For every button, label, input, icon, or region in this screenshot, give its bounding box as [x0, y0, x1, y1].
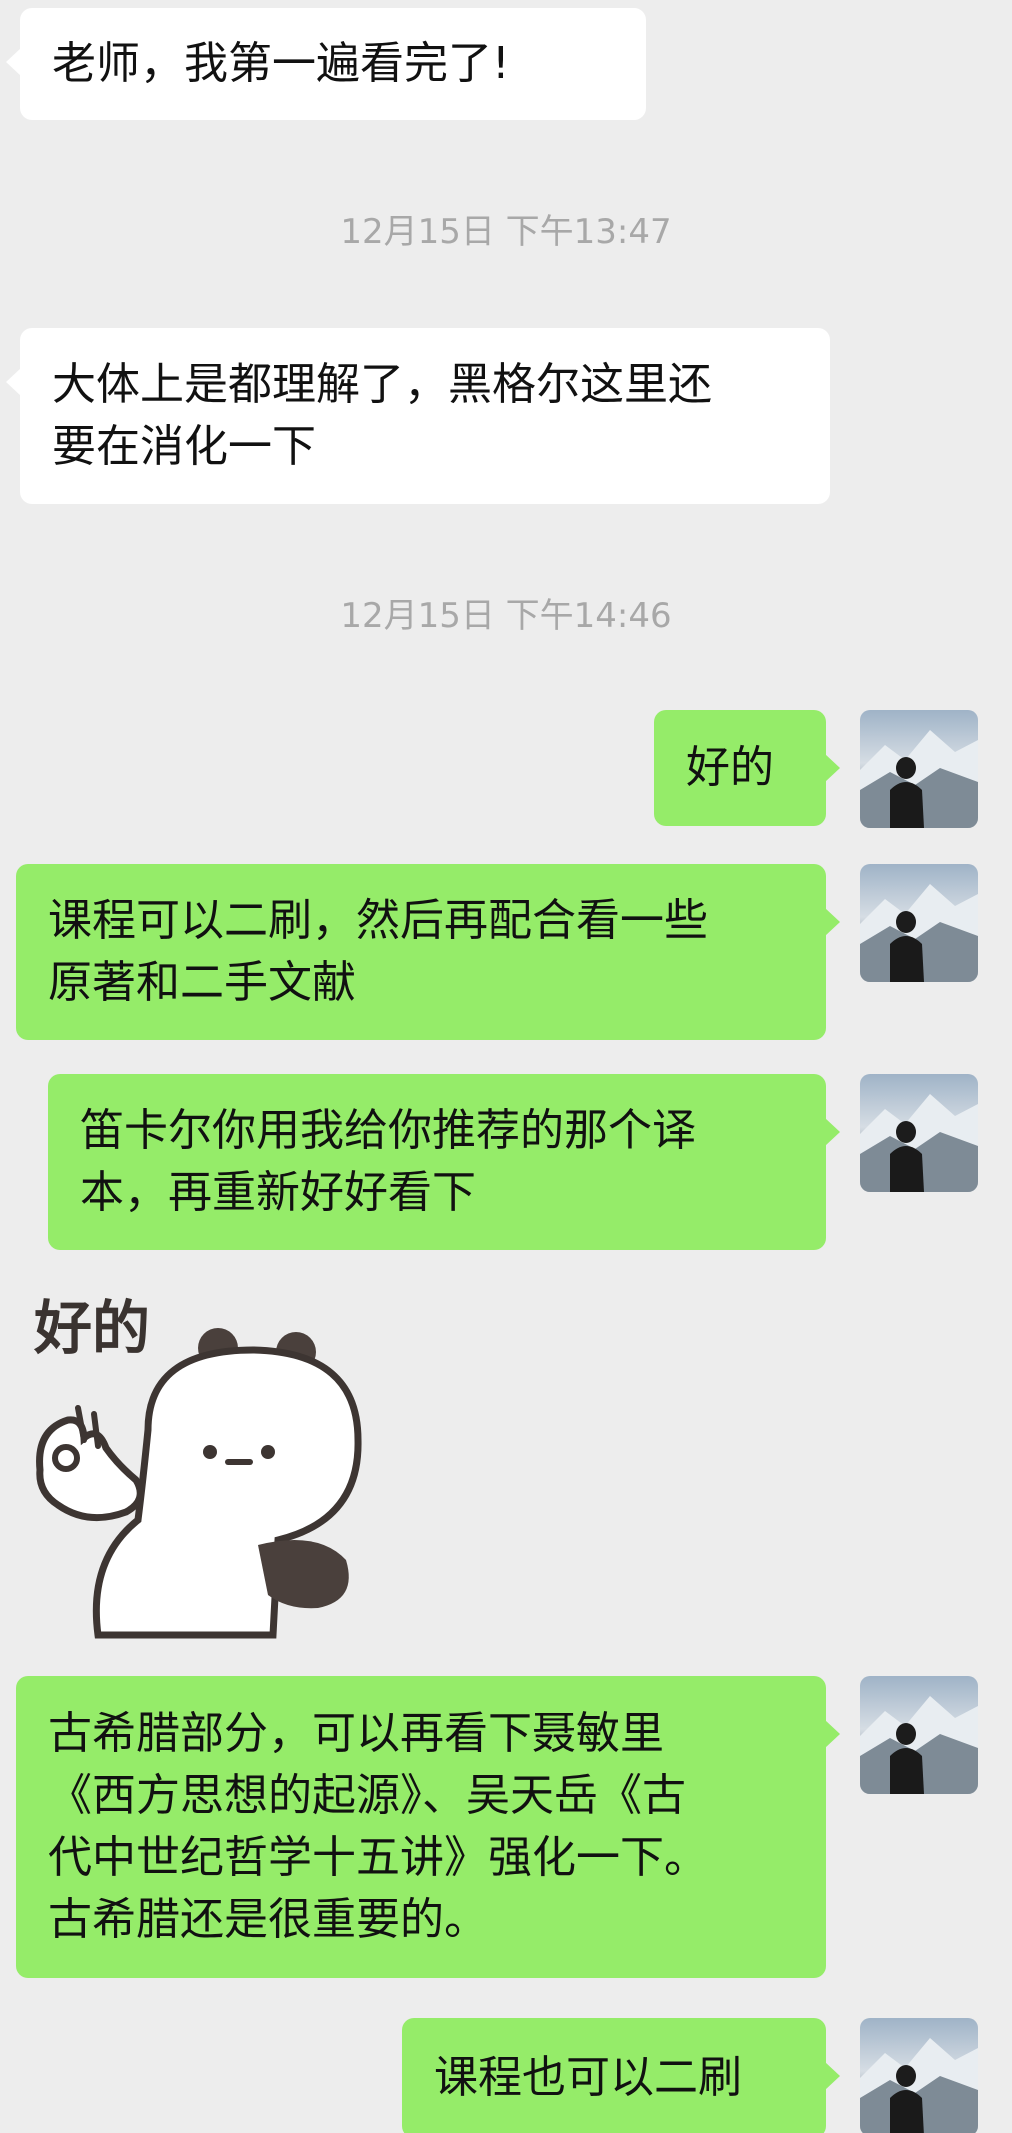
- panda-sticker-icon: 好的: [33, 1294, 362, 1639]
- message-text: 古希腊部分，可以再看下聂敏里 《西方思想的起源》、吴天岳《古 代中世纪哲学十五讲…: [48, 1708, 708, 1945]
- outgoing-message[interactable]: 古希腊部分，可以再看下聂敏里 《西方思想的起源》、吴天岳《古 代中世纪哲学十五讲…: [16, 1676, 840, 1978]
- avatar[interactable]: [860, 710, 978, 828]
- outgoing-message[interactable]: 课程可以二刷，然后再配合看一些 原著和二手文献: [16, 864, 840, 1040]
- avatar-image-icon: [860, 1696, 978, 1794]
- chat-area: 老师，我第一遍看完了! 12月15日 下午13:47 大体上是都理解了，黑格尔这…: [0, 0, 1012, 2133]
- panda-ok-sticker[interactable]: 好的: [28, 1290, 368, 1650]
- avatar[interactable]: [860, 1074, 978, 1192]
- timestamp: 12月15日 下午14:46: [340, 596, 672, 636]
- message-text: 老师，我第一遍看完了!: [52, 38, 510, 89]
- message-text: 课程也可以二刷: [434, 2052, 742, 2103]
- outgoing-message[interactable]: 课程也可以二刷: [402, 2018, 840, 2133]
- message-text: 好的: [686, 742, 774, 793]
- avatar[interactable]: [860, 864, 978, 982]
- avatar[interactable]: [860, 2018, 978, 2133]
- avatar-image-icon: [860, 884, 978, 982]
- incoming-message[interactable]: 大体上是都理解了，黑格尔这里还 要在消化一下: [6, 328, 830, 504]
- outgoing-message[interactable]: 好的: [654, 710, 840, 826]
- avatar-image-icon: [860, 730, 978, 828]
- avatar-image-icon: [860, 1094, 978, 1192]
- avatar-image-icon: [860, 2038, 978, 2133]
- sticker-caption: 好的: [33, 1294, 150, 1362]
- timestamp: 12月15日 下午13:47: [340, 212, 672, 252]
- incoming-message[interactable]: 老师，我第一遍看完了!: [6, 8, 646, 120]
- avatar[interactable]: [860, 1676, 978, 1794]
- message-text: 课程可以二刷，然后再配合看一些 原著和二手文献: [48, 895, 708, 1008]
- message-text: 大体上是都理解了，黑格尔这里还 要在消化一下: [52, 359, 712, 472]
- outgoing-message[interactable]: 笛卡尔你用我给你推荐的那个译 本，再重新好好看下: [48, 1074, 840, 1250]
- message-text: 笛卡尔你用我给你推荐的那个译 本，再重新好好看下: [80, 1105, 696, 1218]
